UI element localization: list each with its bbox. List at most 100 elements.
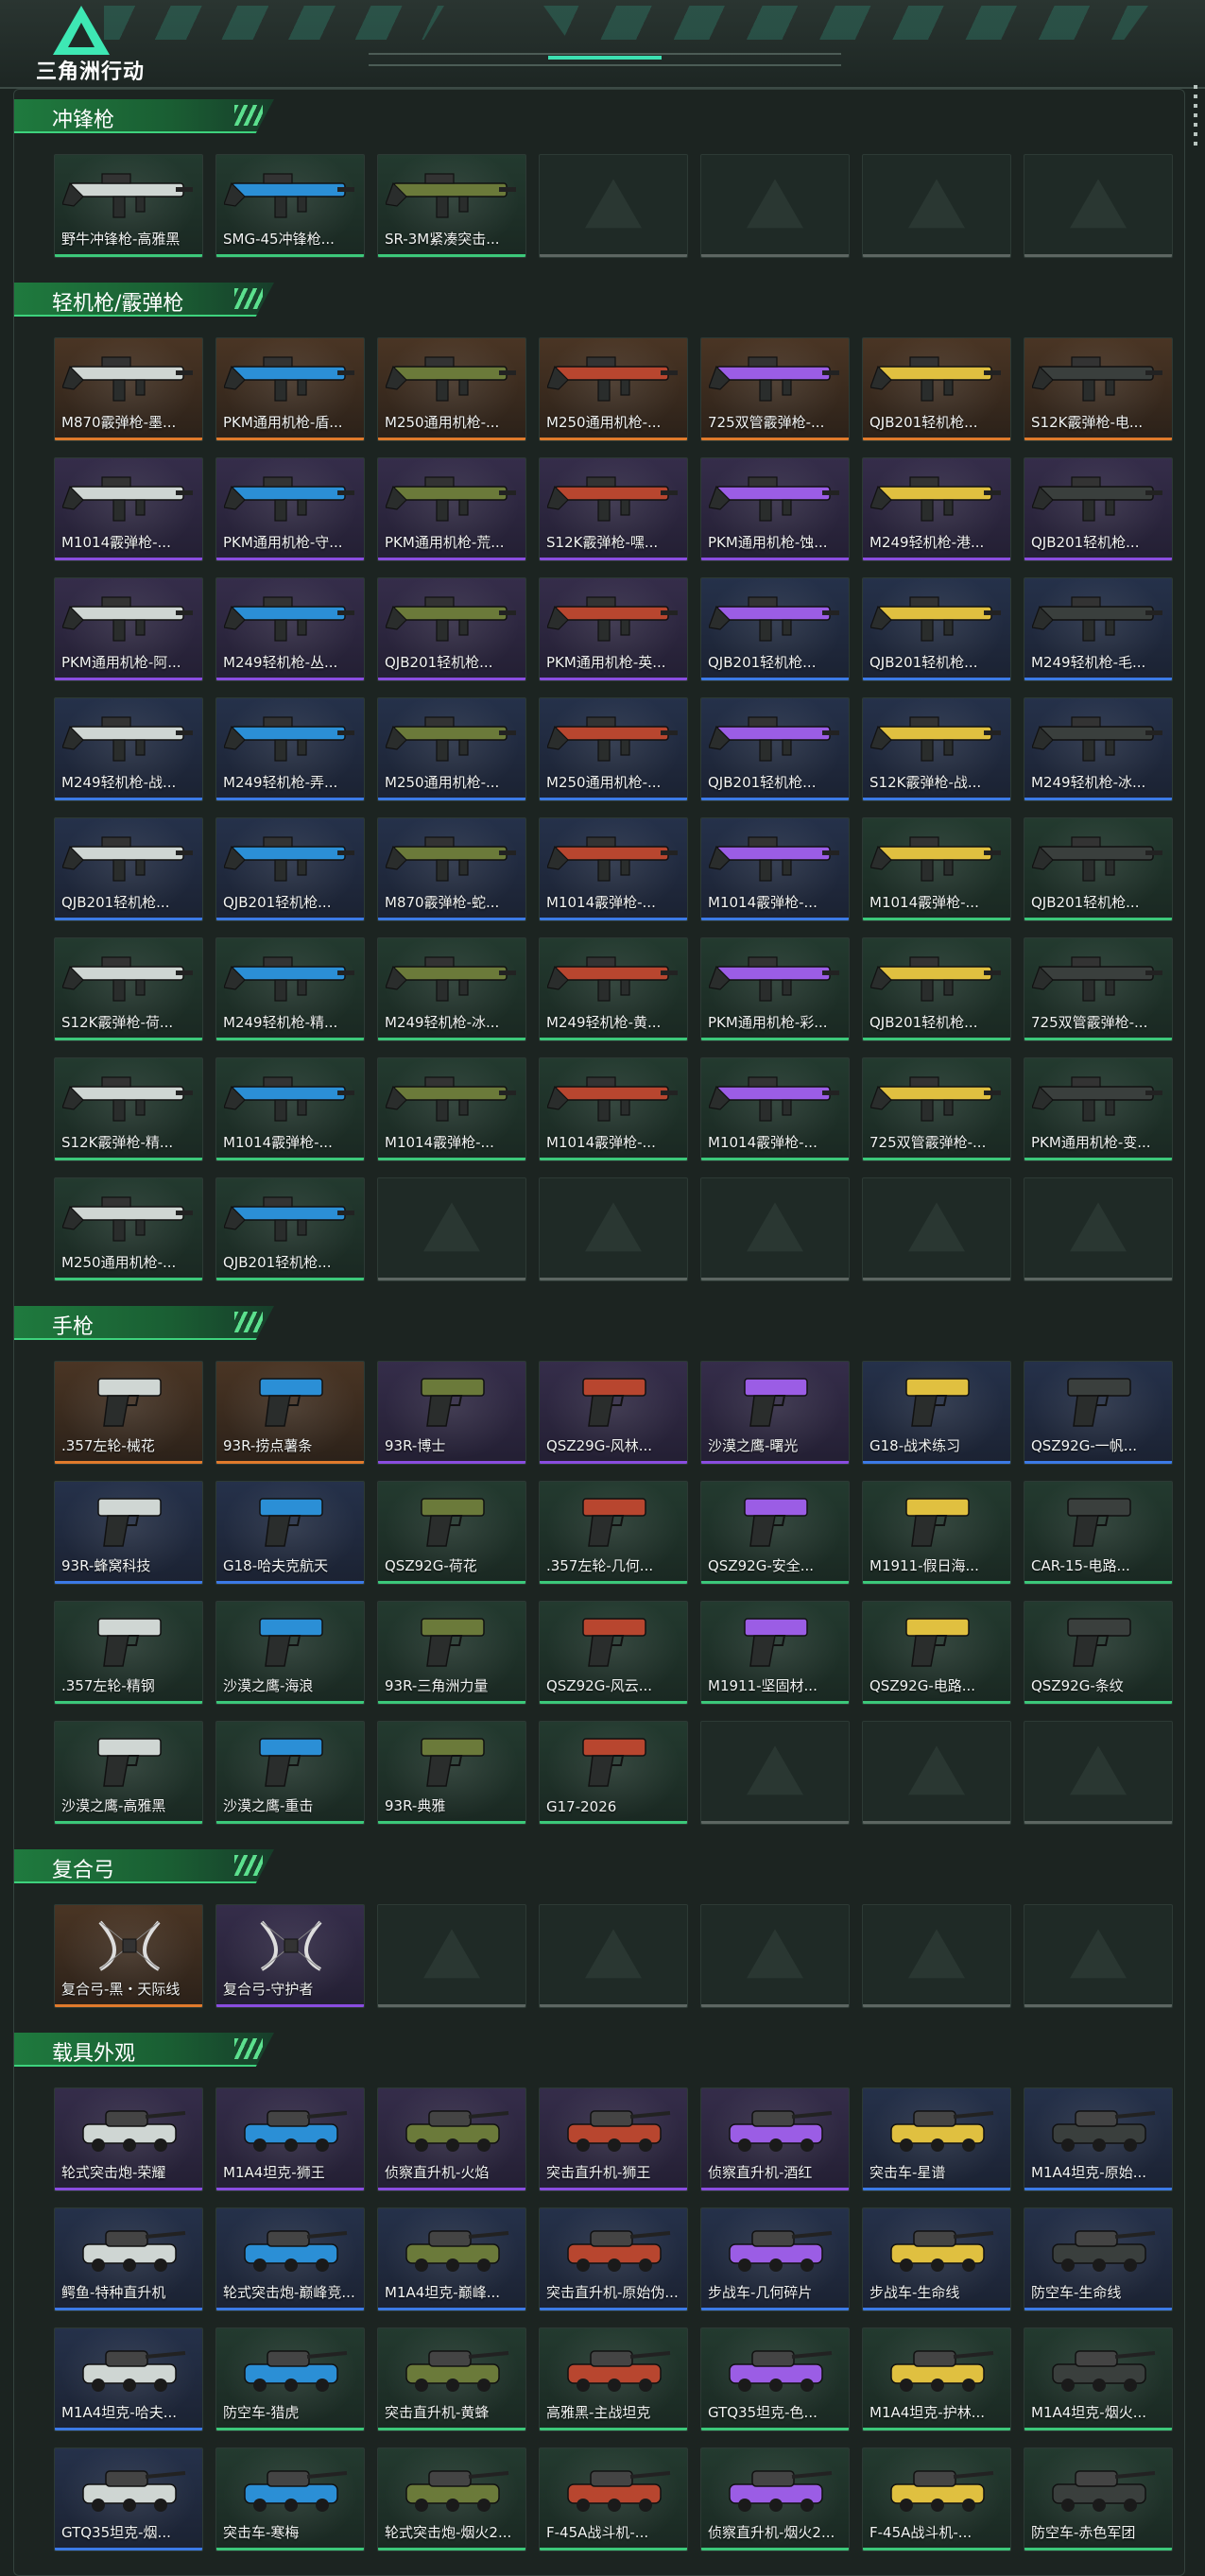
item-card[interactable]: 防空车-赤色军团 [1024,2447,1173,2551]
item-card[interactable]: 野牛冲锋枪-高雅黑 [54,154,203,258]
item-card[interactable]: QJB201轻机枪... [1024,457,1173,561]
item-card[interactable]: F-45A战斗机-... [862,2447,1011,2551]
item-card[interactable]: PKM通用机枪-变... [1024,1057,1173,1161]
item-card[interactable]: 93R-捞点薯条 [215,1361,365,1465]
item-card[interactable]: M1A4坦克-烟火... [1024,2327,1173,2431]
item-card[interactable]: M1A4坦克-巅峰... [377,2207,526,2311]
item-card[interactable]: M1014霰弹枪-... [700,817,850,921]
item-card[interactable]: SR-3M紧凑突击... [377,154,526,258]
item-card[interactable]: 725双管霰弹枪-... [1024,937,1173,1041]
item-card[interactable]: QSZ92G-风云... [539,1601,688,1705]
item-card[interactable]: M870霰弹枪-蛇... [377,817,526,921]
item-card[interactable]: 侦察直升机-烟火2... [700,2447,850,2551]
item-card[interactable]: M1A4坦克-狮王 [215,2087,365,2191]
item-card[interactable]: .357左轮-精钢 [54,1601,203,1705]
item-card[interactable]: PKM通用机枪-荒... [377,457,526,561]
item-card[interactable]: S12K霰弹枪-荷... [54,937,203,1041]
item-card[interactable]: QJB201轻机枪... [1024,817,1173,921]
item-card[interactable]: M1014霰弹枪-... [539,817,688,921]
item-card[interactable]: 轮式突击炮-烟火2... [377,2447,526,2551]
item-card[interactable]: M1014霰弹枪-... [700,1057,850,1161]
item-card[interactable]: 沙漠之鹰-曙光 [700,1361,850,1465]
item-card[interactable]: 防空车-猎虎 [215,2327,365,2431]
item-card[interactable]: M1A4坦克-原始... [1024,2087,1173,2191]
item-card[interactable]: 突击直升机-原始伪... [539,2207,688,2311]
item-card[interactable]: 防空车-生命线 [1024,2207,1173,2311]
item-card[interactable]: 沙漠之鹰-海浪 [215,1601,365,1705]
item-card[interactable]: 725双管霰弹枪-... [700,337,850,441]
item-card[interactable]: M1014霰弹枪-... [215,1057,365,1161]
item-card[interactable]: 侦察直升机-酒红 [700,2087,850,2191]
item-card[interactable]: M249轻机枪-毛... [1024,577,1173,681]
item-card[interactable]: QJB201轻机枪... [862,337,1011,441]
item-card[interactable]: M1A4坦克-哈夫... [54,2327,203,2431]
item-card[interactable]: 93R-博士 [377,1361,526,1465]
item-card[interactable]: 沙漠之鹰-高雅黑 [54,1721,203,1825]
item-card[interactable]: QJB201轻机枪... [215,1177,365,1281]
item-card[interactable]: M250通用机枪-... [54,1177,203,1281]
item-card[interactable]: M249轻机枪-战... [54,697,203,801]
item-card[interactable]: M250通用机枪-... [539,337,688,441]
item-card[interactable]: S12K霰弹枪-嘿... [539,457,688,561]
item-card[interactable]: QSZ92G-条纹 [1024,1601,1173,1705]
item-card[interactable]: 93R-典雅 [377,1721,526,1825]
item-card[interactable]: M1014霰弹枪-... [539,1057,688,1161]
item-card[interactable]: M249轻机枪-港... [862,457,1011,561]
item-card[interactable]: QSZ29G-风林... [539,1361,688,1465]
item-card[interactable]: .357左轮-几何... [539,1481,688,1585]
item-card[interactable]: M1014霰弹枪-... [862,817,1011,921]
item-card[interactable]: 复合弓-守护者 [215,1904,365,2008]
item-card[interactable]: QJB201轻机枪... [700,697,850,801]
scroll-indicator[interactable] [1194,85,1197,151]
item-card[interactable]: PKM通用机枪-盾... [215,337,365,441]
item-card[interactable]: QJB201轻机枪... [862,937,1011,1041]
item-card[interactable]: GTQ35坦克-烟... [54,2447,203,2551]
item-card[interactable]: 93R-蜂窝科技 [54,1481,203,1585]
item-card[interactable]: S12K霰弹枪-精... [54,1057,203,1161]
item-card[interactable]: S12K霰弹枪-战... [862,697,1011,801]
item-card[interactable]: GTQ35坦克-色... [700,2327,850,2431]
item-card[interactable]: QSZ92G-安全... [700,1481,850,1585]
item-card[interactable]: M249轻机枪-弄... [215,697,365,801]
item-card[interactable]: 步战车-生命线 [862,2207,1011,2311]
item-card[interactable]: CAR-15-电路... [1024,1481,1173,1585]
item-card[interactable]: PKM通用机枪-守... [215,457,365,561]
item-card[interactable]: M249轻机枪-丛... [215,577,365,681]
item-card[interactable]: QJB201轻机枪... [54,817,203,921]
item-card[interactable]: M249轻机枪-黄... [539,937,688,1041]
item-card[interactable]: 轮式突击炮-荣耀 [54,2087,203,2191]
item-card[interactable]: S12K霰弹枪-电... [1024,337,1173,441]
item-card[interactable]: 93R-三角洲力量 [377,1601,526,1705]
item-card[interactable]: 复合弓-黑・天际线 [54,1904,203,2008]
item-card[interactable]: M1A4坦克-护林... [862,2327,1011,2431]
item-card[interactable]: 高雅黑-主战坦克 [539,2327,688,2431]
item-card[interactable]: 突击车-寒梅 [215,2447,365,2551]
item-card[interactable]: G18-战术练习 [862,1361,1011,1465]
item-card[interactable]: M1014霰弹枪-... [377,1057,526,1161]
item-card[interactable]: QSZ92G-一帆... [1024,1361,1173,1465]
item-card[interactable]: QJB201轻机枪... [215,817,365,921]
item-card[interactable]: 突击车-星谱 [862,2087,1011,2191]
item-card[interactable]: QSZ92G-荷花 [377,1481,526,1585]
item-card[interactable]: G18-哈夫克航天 [215,1481,365,1585]
item-card[interactable]: M250通用机枪-... [539,697,688,801]
item-card[interactable]: M870霰弹枪-墨... [54,337,203,441]
item-card[interactable]: QJB201轻机枪... [700,577,850,681]
item-card[interactable]: 鳄鱼-特种直升机 [54,2207,203,2311]
item-card[interactable]: M1911-坚固材... [700,1601,850,1705]
item-card[interactable]: SMG-45冲锋枪... [215,154,365,258]
item-card[interactable]: M1911-假日海... [862,1481,1011,1585]
item-card[interactable]: 突击直升机-黄蜂 [377,2327,526,2431]
item-card[interactable]: 突击直升机-狮王 [539,2087,688,2191]
item-card[interactable]: M249轻机枪-冰... [377,937,526,1041]
item-card[interactable]: F-45A战斗机-... [539,2447,688,2551]
item-card[interactable]: M250通用机枪-... [377,337,526,441]
item-card[interactable]: M249轻机枪-冰... [1024,697,1173,801]
item-card[interactable]: 725双管霰弹枪-... [862,1057,1011,1161]
item-card[interactable]: 侦察直升机-火焰 [377,2087,526,2191]
item-card[interactable]: G17-2026 [539,1721,688,1825]
item-card[interactable]: PKM通用机枪-彩... [700,937,850,1041]
item-card[interactable]: M1014霰弹枪-... [54,457,203,561]
item-card[interactable]: 轮式突击炮-巅峰竞... [215,2207,365,2311]
item-card[interactable]: PKM通用机枪-蚀... [700,457,850,561]
